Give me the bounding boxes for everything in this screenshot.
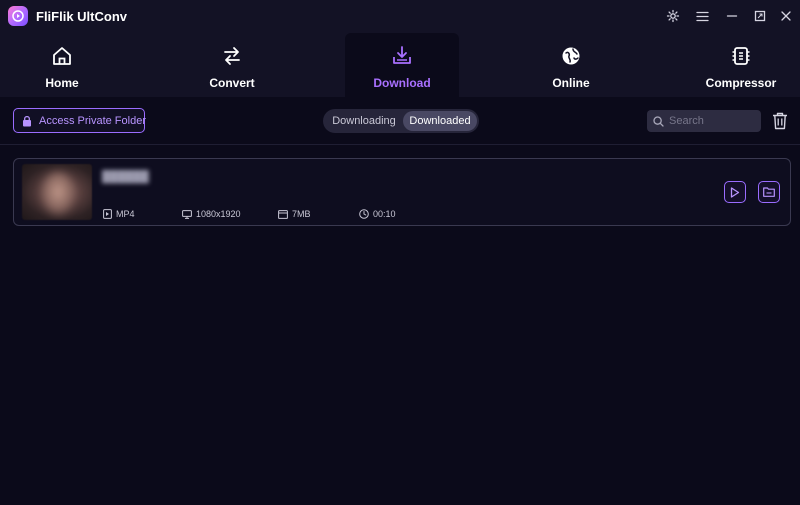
tab-downloading[interactable]: Downloading xyxy=(325,111,403,131)
file-size: 7MB xyxy=(292,209,311,219)
title-bar: FliFlik UltConv xyxy=(0,0,800,33)
globe-icon xyxy=(559,44,583,68)
storage-icon xyxy=(278,209,288,219)
nav-home-label: Home xyxy=(45,76,79,90)
maximize-icon[interactable] xyxy=(752,8,768,24)
nav-compressor[interactable]: Compressor xyxy=(699,33,783,97)
nav-online-label: Online xyxy=(552,76,590,90)
main-nav: Home Convert Download Online Compressor xyxy=(0,33,800,97)
open-folder-button[interactable] xyxy=(758,181,780,203)
access-private-folder-button[interactable]: Access Private Folder xyxy=(13,108,146,133)
download-list-item[interactable]: ██████ MP4 1080x1920 7MB 00:10 xyxy=(13,158,791,226)
file-format: MP4 xyxy=(116,209,135,219)
download-icon xyxy=(390,44,414,68)
play-button[interactable] xyxy=(724,181,746,203)
download-status-tabs: Downloading Downloaded xyxy=(323,109,479,133)
format-meta: MP4 xyxy=(102,208,135,220)
nav-online[interactable]: Online xyxy=(529,33,613,97)
folder-icon xyxy=(763,187,775,197)
nav-convert[interactable]: Convert xyxy=(190,33,274,97)
nav-compressor-label: Compressor xyxy=(705,76,777,90)
video-resolution: 1080x1920 xyxy=(196,209,241,219)
search-box[interactable] xyxy=(647,110,761,132)
home-icon xyxy=(50,44,74,68)
play-icon xyxy=(730,186,740,198)
nav-home[interactable]: Home xyxy=(20,33,104,97)
private-folder-label: Access Private Folder xyxy=(39,114,146,127)
compressor-icon xyxy=(729,44,753,68)
nav-download-label: Download xyxy=(373,76,431,90)
nav-download[interactable]: Download xyxy=(345,33,459,97)
search-icon xyxy=(653,115,664,127)
lock-icon xyxy=(22,115,32,127)
menu-icon[interactable] xyxy=(694,8,710,24)
close-icon[interactable] xyxy=(778,8,794,24)
tab-downloaded[interactable]: Downloaded xyxy=(403,111,477,131)
size-meta: 7MB xyxy=(278,208,311,220)
settings-icon[interactable] xyxy=(665,8,681,24)
clock-icon xyxy=(359,209,369,219)
nav-convert-label: Convert xyxy=(209,76,255,90)
trash-icon[interactable] xyxy=(771,111,789,131)
app-logo-icon xyxy=(8,6,28,26)
search-input[interactable] xyxy=(669,115,753,127)
monitor-icon xyxy=(182,209,192,219)
convert-icon xyxy=(220,44,244,68)
app-title: FliFlik UltConv xyxy=(36,9,127,24)
video-duration: 00:10 xyxy=(373,209,396,219)
file-name-redacted: ██████ xyxy=(102,171,149,183)
duration-meta: 00:10 xyxy=(359,208,396,220)
resolution-meta: 1080x1920 xyxy=(182,208,241,220)
video-file-icon xyxy=(102,209,112,219)
minimize-icon[interactable] xyxy=(724,8,740,24)
video-thumbnail xyxy=(22,164,92,220)
